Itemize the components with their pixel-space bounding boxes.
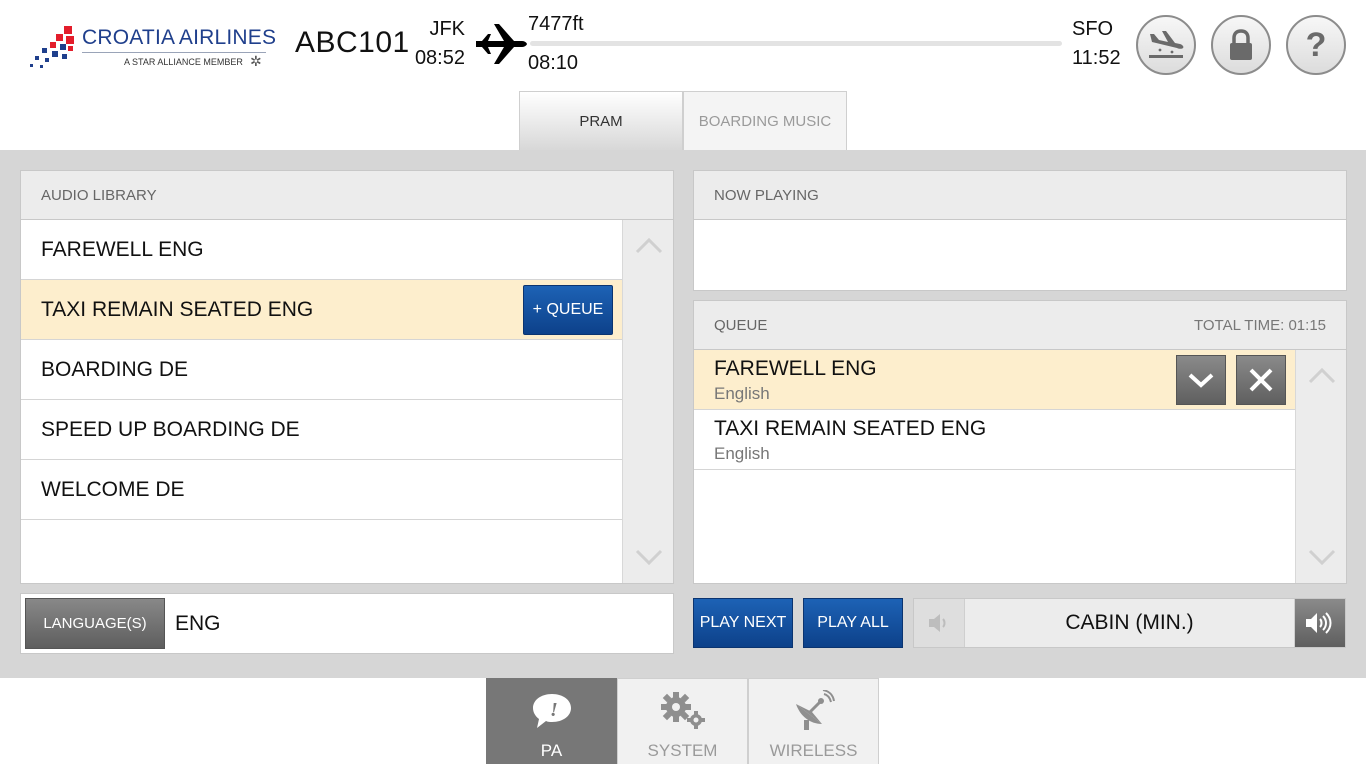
origin-code: JFK [429,18,465,40]
library-item-label: FAREWELL ENG [41,238,204,261]
remove-button[interactable] [1236,355,1286,405]
airline-logo: CROATIA AIRLINES A STAR ALLIANCE MEMBER … [30,22,276,72]
lock-icon [1230,29,1252,60]
destination-code: SFO [1072,18,1114,40]
main-content: AUDIO LIBRARY FAREWELL ENG TAXI REMAIN S… [0,150,1366,678]
scroll-up-icon[interactable] [1308,366,1336,386]
queue-item-language: English [714,444,770,463]
volume-level-label: CABIN (MIN.) [964,599,1295,647]
close-icon [1249,368,1273,392]
speech-bubble-icon: ! [532,694,571,728]
library-item[interactable]: WELCOME DE [21,460,622,520]
elapsed-time: 08:10 [528,52,579,74]
nav-label: PA [540,741,563,760]
origin-time: 08:52 [414,47,465,69]
queue-title: QUEUE [714,317,768,334]
play-all-button[interactable]: PLAY ALL [803,598,903,648]
queue-panel: QUEUE TOTAL TIME: 01:15 FAREWELL ENG Eng… [693,300,1347,584]
library-scrollbar[interactable] [622,220,673,583]
scroll-down-icon[interactable] [635,547,663,567]
language-button[interactable]: LANGUAGE(S) [25,598,165,649]
gears-icon [660,692,705,729]
queue-item-language: English [714,384,770,403]
library-item[interactable]: FAREWELL ENG [21,220,622,280]
language-value: ENG [175,612,221,635]
library-item-label: SPEED UP BOARDING DE [41,418,300,441]
star-alliance-icon: ✲ [250,53,262,69]
speaker-high-icon [1306,612,1332,634]
svg-text:!: ! [550,699,558,721]
landing-plane-icon [1149,31,1184,58]
nav-system[interactable]: SYSTEM [617,678,748,764]
volume-down-button[interactable] [914,599,964,647]
tab-boarding-music[interactable]: BOARDING MUSIC [683,91,847,151]
move-down-button[interactable] [1176,355,1226,405]
queue-item-title: TAXI REMAIN SEATED ENG [714,417,987,440]
queue-item-title: FAREWELL ENG [714,357,877,380]
lock-button[interactable] [1211,15,1271,75]
queue-item[interactable]: FAREWELL ENG English [694,350,1295,410]
volume-up-button[interactable] [1295,599,1345,647]
library-item[interactable]: BOARDING DE [21,340,622,400]
airplane-icon [476,24,527,64]
nav-pa[interactable]: ! PA [486,678,617,764]
speaker-low-icon [929,614,946,632]
queue-header: QUEUE TOTAL TIME: 01:15 [694,301,1346,350]
destination-time: 11:52 [1072,47,1121,69]
audio-library-panel: AUDIO LIBRARY FAREWELL ENG TAXI REMAIN S… [20,170,674,584]
library-item-label: WELCOME DE [41,478,185,501]
tab-pram[interactable]: PRAM [519,91,683,151]
chevron-down-icon [1188,373,1214,388]
now-playing-panel: NOW PLAYING [693,170,1347,291]
library-item-label: TAXI REMAIN SEATED ENG [41,298,314,321]
cabin-volume-control: CABIN (MIN.) [913,598,1346,648]
library-item[interactable]: TAXI REMAIN SEATED ENG + QUEUE [21,280,622,340]
tab-label: PRAM [579,113,623,130]
audio-library-title: AUDIO LIBRARY [21,171,673,220]
altitude-readout: 7477ft [528,13,584,35]
language-bar: LANGUAGE(S) ENG [20,593,674,654]
queue-total-time: TOTAL TIME: 01:15 [1194,317,1326,334]
logo-squares-icon [30,24,78,68]
library-item-label: BOARDING DE [41,358,189,381]
nav-wireless[interactable]: WIRELESS [748,678,879,764]
question-icon: ? [1305,25,1327,64]
help-button[interactable]: ? [1286,15,1346,75]
tab-label: BOARDING MUSIC [698,113,832,130]
airline-name: CROATIA AIRLINES [82,26,277,49]
add-to-queue-button[interactable]: + QUEUE [523,285,613,335]
satellite-dish-icon [795,690,835,730]
queue-scrollbar[interactable] [1295,350,1346,583]
scroll-up-icon[interactable] [635,236,663,256]
now-playing-title: NOW PLAYING [694,171,1346,220]
scroll-down-icon[interactable] [1308,547,1336,567]
airline-tagline: A STAR ALLIANCE MEMBER [124,57,243,67]
nav-label: SYSTEM [647,741,718,760]
flight-number: ABC101 [295,26,410,59]
header-bar: CROATIA AIRLINES A STAR ALLIANCE MEMBER … [0,0,1366,92]
nav-label: WIRELESS [769,741,858,760]
landing-button[interactable] [1136,15,1196,75]
queue-item[interactable]: TAXI REMAIN SEATED ENG English [694,410,1295,470]
play-next-button[interactable]: PLAY NEXT [693,598,793,648]
flight-progress-track [530,41,1062,46]
library-item[interactable]: SPEED UP BOARDING DE [21,400,622,460]
